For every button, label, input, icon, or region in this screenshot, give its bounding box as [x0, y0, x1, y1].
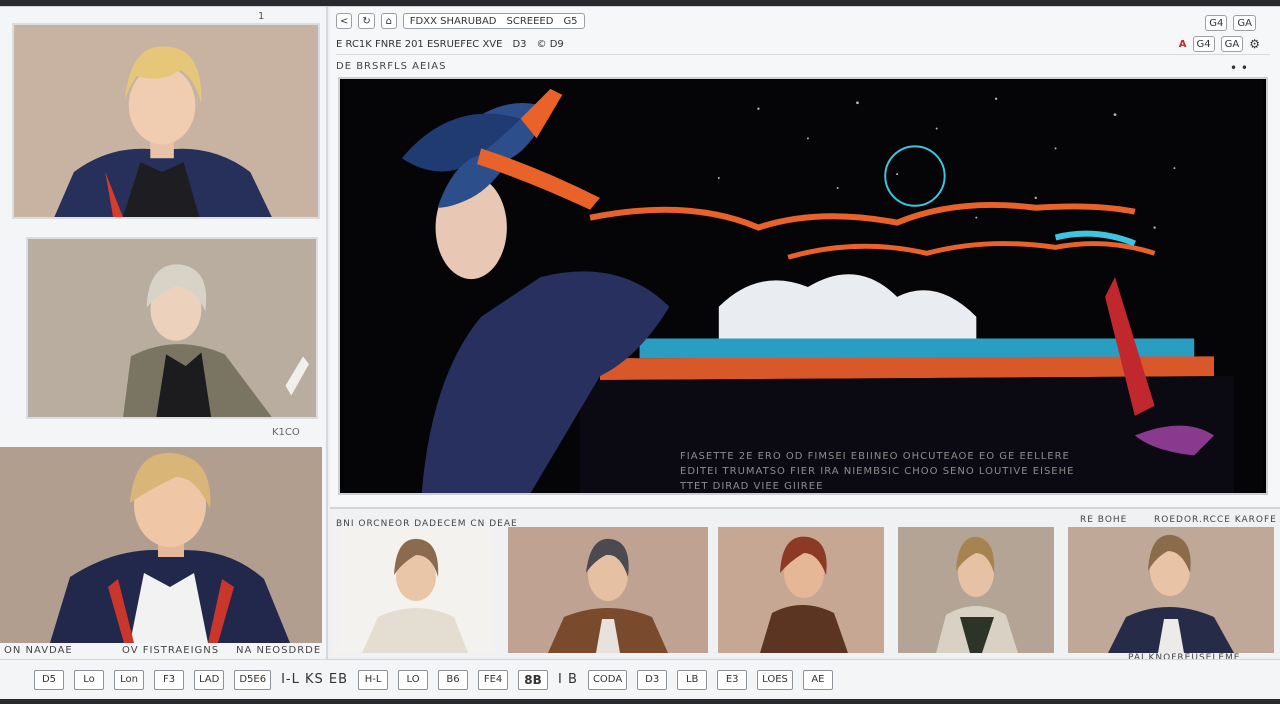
character-portrait-blond-jacket: [15, 25, 317, 217]
address-suffix: D3: [512, 39, 527, 50]
toolbar-button-16[interactable]: AE: [802, 669, 833, 690]
back-icon[interactable]: <: [336, 13, 353, 29]
toolbar-button-11[interactable]: CODA: [587, 669, 628, 690]
toolbar-button-13[interactable]: LB: [677, 669, 708, 690]
address-bar: E RC1K FNRE 201 ESRUEFEC XVE D3 © D9 A G…: [336, 35, 1270, 55]
toolbar-button-8[interactable]: LO: [398, 669, 429, 690]
toolbar-button-2[interactable]: Lo: [74, 669, 104, 690]
strip-label-right-a: RE BOHE: [1080, 515, 1128, 525]
left-caption-3: NA NEOSDRDE: [236, 645, 322, 656]
window-controls: G4 GA: [1205, 15, 1256, 31]
character-thumb-2[interactable]: [26, 237, 318, 419]
breadcrumb: DE BRSRFLS AEIAS: [336, 61, 447, 72]
refresh-icon[interactable]: ↻: [358, 13, 375, 29]
window-title-text: FDXX SHARUBAD: [409, 15, 497, 27]
toolbar-text-a: I-L KS EB: [281, 672, 349, 687]
character-portrait-navy-jacket: [0, 447, 322, 643]
bottom-toolbar: D5 Lo Lon F3 LAD D5E6 I-L KS EB H-L LO B…: [0, 659, 1280, 699]
more-options-icon[interactable]: • •: [1230, 61, 1248, 75]
toolbar-button-7[interactable]: H-L: [358, 669, 389, 690]
window-title: FDXX SHARUBAD SCREEED G5: [402, 13, 585, 29]
thumbnail-strip: BNI ORCNEOR DADECEM CN DEAE RE BOHE ROED…: [330, 507, 1280, 663]
toolbar-button-9[interactable]: B6: [438, 669, 469, 690]
hero-artwork: [342, 79, 1264, 493]
window-title-button[interactable]: G5: [563, 16, 577, 27]
window-control-button-2[interactable]: GA: [1233, 15, 1256, 31]
settings-icon[interactable]: ⚙: [1249, 37, 1260, 51]
toolbar-button-4[interactable]: F3: [154, 669, 184, 690]
toolbar-button-3[interactable]: Lon: [114, 669, 144, 690]
alert-icon[interactable]: A: [1179, 39, 1187, 50]
character-portrait-grey-hoodie: [29, 239, 315, 417]
left-thumbnail-column: 1 ARCASTIO K1CO: [0, 7, 328, 667]
window-control-button-1[interactable]: G4: [1205, 15, 1228, 31]
toolbar-button-1[interactable]: D5: [34, 669, 64, 690]
strip-thumb-2[interactable]: [508, 527, 708, 653]
left-caption-1: ON NAVDAE: [4, 645, 73, 656]
character-portrait-white-shirt: [338, 527, 494, 653]
character-portrait-navy-coat: [1068, 527, 1274, 653]
character-thumb-3[interactable]: [0, 447, 322, 643]
strip-thumb-4[interactable]: [898, 527, 1054, 653]
strip-label-right-b: ROEDOR.RCCE KAROFE: [1154, 515, 1277, 525]
strip-thumb-5[interactable]: [1068, 527, 1274, 653]
artwork-caption: FIASETTE 2E ERO OD FIMSEI EBIINEO OHCUTE…: [680, 451, 1075, 492]
toolbar-button-6[interactable]: D5E6: [234, 669, 272, 690]
toolbar-button-15[interactable]: LOES: [757, 669, 793, 690]
left-caption-2: OV FISTRAEIGNS: [122, 645, 220, 656]
window-title-text-2: SCREEED: [506, 15, 554, 27]
strip-thumb-3[interactable]: [718, 527, 884, 653]
address-action-button-1[interactable]: G4: [1192, 36, 1215, 52]
character-portrait-scarf: [898, 527, 1054, 653]
character-thumb-1[interactable]: [12, 23, 320, 219]
title-bar: < ↻ ⌂ FDXX SHARUBAD SCREEED G5 G4 GA: [336, 11, 1270, 31]
address-text[interactable]: E RC1K FNRE 201 ESRUEFEC XVE: [336, 39, 502, 50]
strip-thumb-1[interactable]: [338, 527, 494, 653]
artwork-canvas[interactable]: FIASETTE 2E ERO OD FIMSEI EBIINEO OHCUTE…: [338, 77, 1268, 495]
toolbar-button-12[interactable]: D3: [637, 669, 668, 690]
toolbar-button-5[interactable]: LAD: [194, 669, 225, 690]
address-action-button-2[interactable]: GA: [1220, 36, 1244, 52]
toolbar-button-10[interactable]: FE4: [478, 669, 509, 690]
address-mid: © D9: [536, 39, 564, 50]
app-frame: 1 ARCASTIO K1CO: [0, 6, 1280, 699]
main-viewer-window: < ↻ ⌂ FDXX SHARUBAD SCREEED G5 G4 GA E R…: [330, 7, 1280, 507]
character-portrait-brown-coat: [508, 527, 708, 653]
address-actions: A G4 GA ⚙: [1179, 36, 1260, 52]
toolbar-text-c: I B: [558, 672, 578, 687]
toolbar-button-bold[interactable]: 8B: [518, 669, 549, 690]
home-icon[interactable]: ⌂: [380, 13, 397, 29]
character-portrait-red-hair: [718, 527, 884, 653]
thumb-2-label: K1CO: [272, 427, 300, 438]
toolbar-button-14[interactable]: E3: [717, 669, 748, 690]
